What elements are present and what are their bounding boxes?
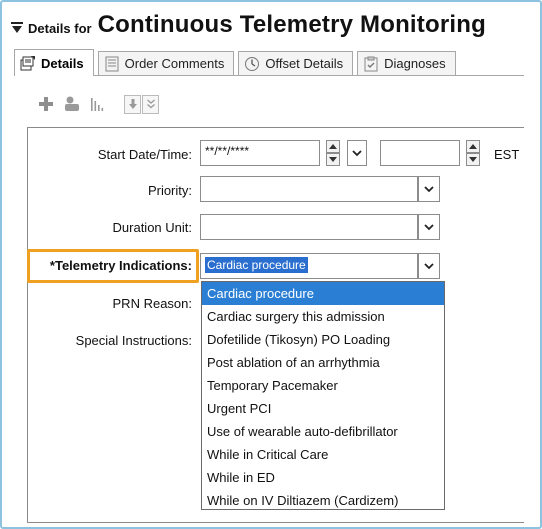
chevron-down-icon (352, 149, 362, 156)
telemetry-indications-value: Cardiac procedure (205, 257, 308, 273)
date-spin-up-button[interactable] (326, 140, 340, 153)
option-temporary-pacemaker[interactable]: Temporary Pacemaker (202, 374, 444, 397)
tab-details[interactable]: Details (14, 49, 94, 76)
duration-unit-label: Duration Unit: (112, 220, 192, 235)
spin-down-icon (329, 157, 337, 162)
move-down-icon (128, 99, 137, 109)
start-datetime-label: Start Date/Time: (97, 147, 192, 162)
tab-order-comments-label: Order Comments (124, 56, 225, 71)
diagnoses-icon (364, 56, 378, 71)
option-in-ed[interactable]: While in ED (202, 466, 444, 489)
prn-reason-label: PRN Reason: (112, 296, 192, 311)
spin-down-icon (469, 157, 477, 162)
spin-up-icon (329, 144, 337, 149)
duration-unit-select[interactable] (200, 214, 418, 240)
duration-unit-dropdown-button[interactable] (418, 214, 440, 240)
priority-label: Priority: (147, 183, 192, 198)
spin-up-icon (469, 144, 477, 149)
time-spin-down-button[interactable] (466, 153, 480, 166)
tab-order-comments[interactable]: Order Comments (97, 51, 235, 75)
date-spinner[interactable] (326, 140, 340, 166)
special-instructions-label: Special Instructions: (75, 333, 192, 348)
tab-diagnoses-label: Diagnoses (384, 56, 446, 71)
priority-dropdown-button[interactable] (418, 176, 440, 202)
priority-select[interactable] (200, 176, 418, 202)
comments-icon (105, 56, 119, 71)
date-picker-button[interactable] (347, 140, 367, 166)
time-spin-up-button[interactable] (466, 140, 480, 153)
expand-icon (146, 99, 155, 109)
order-details-header: Details for Continuous Telemetry Monitor… (10, 8, 486, 42)
telemetry-indications-select[interactable]: Cardiac procedure (200, 253, 418, 279)
add-button[interactable] (36, 94, 56, 114)
add-icon (39, 97, 53, 111)
option-dofetilide-loading[interactable]: Dofetilide (Tikosyn) PO Loading (202, 328, 444, 351)
option-urgent-pci[interactable]: Urgent PCI (202, 397, 444, 420)
details-icon (20, 56, 35, 71)
time-spinner[interactable] (466, 140, 480, 166)
tab-diagnoses[interactable]: Diagnoses (357, 51, 456, 75)
chart-button[interactable] (88, 94, 108, 114)
option-cardiac-procedure[interactable]: Cardiac procedure (202, 282, 444, 305)
collapse-icon[interactable] (10, 21, 24, 35)
telemetry-indications-label: *Telemetry Indications: (49, 258, 192, 273)
start-date-field[interactable]: **/**/**** (200, 140, 320, 166)
start-time-field[interactable] (380, 140, 460, 166)
option-critical-care[interactable]: While in Critical Care (202, 443, 444, 466)
tab-offset-details-label: Offset Details (265, 56, 344, 71)
date-spin-down-button[interactable] (326, 153, 340, 166)
link-button[interactable] (62, 94, 82, 114)
timezone-label: EST (494, 147, 520, 162)
option-iv-diltiazem[interactable]: While on IV Diltiazem (Cardizem) (202, 489, 444, 512)
chart-icon (91, 98, 104, 111)
telemetry-indications-dropdown-button[interactable] (418, 253, 440, 279)
link-icon (65, 96, 79, 111)
order-title: Continuous Telemetry Monitoring (97, 11, 486, 38)
offset-icon (245, 56, 260, 71)
option-cardiac-surgery[interactable]: Cardiac surgery this admission (202, 305, 444, 328)
move-down-button[interactable] (124, 94, 141, 114)
expand-button[interactable] (142, 94, 159, 114)
chevron-down-icon (424, 262, 434, 269)
chevron-down-icon (424, 223, 434, 230)
option-wearable-defibrillator[interactable]: Use of wearable auto-defibrillator (202, 420, 444, 443)
header-prefix: Details for (28, 20, 92, 36)
tab-offset-details[interactable]: Offset Details (238, 51, 354, 75)
tab-details-label: Details (41, 55, 84, 71)
order-toolbar (36, 93, 160, 115)
option-post-ablation[interactable]: Post ablation of an arrhythmia (202, 351, 444, 374)
telemetry-indications-options: Cardiac procedure Cardiac surgery this a… (201, 281, 445, 510)
detail-tabs: Details Order Comments Offset Details Di… (14, 49, 460, 76)
chevron-down-icon (424, 185, 434, 192)
